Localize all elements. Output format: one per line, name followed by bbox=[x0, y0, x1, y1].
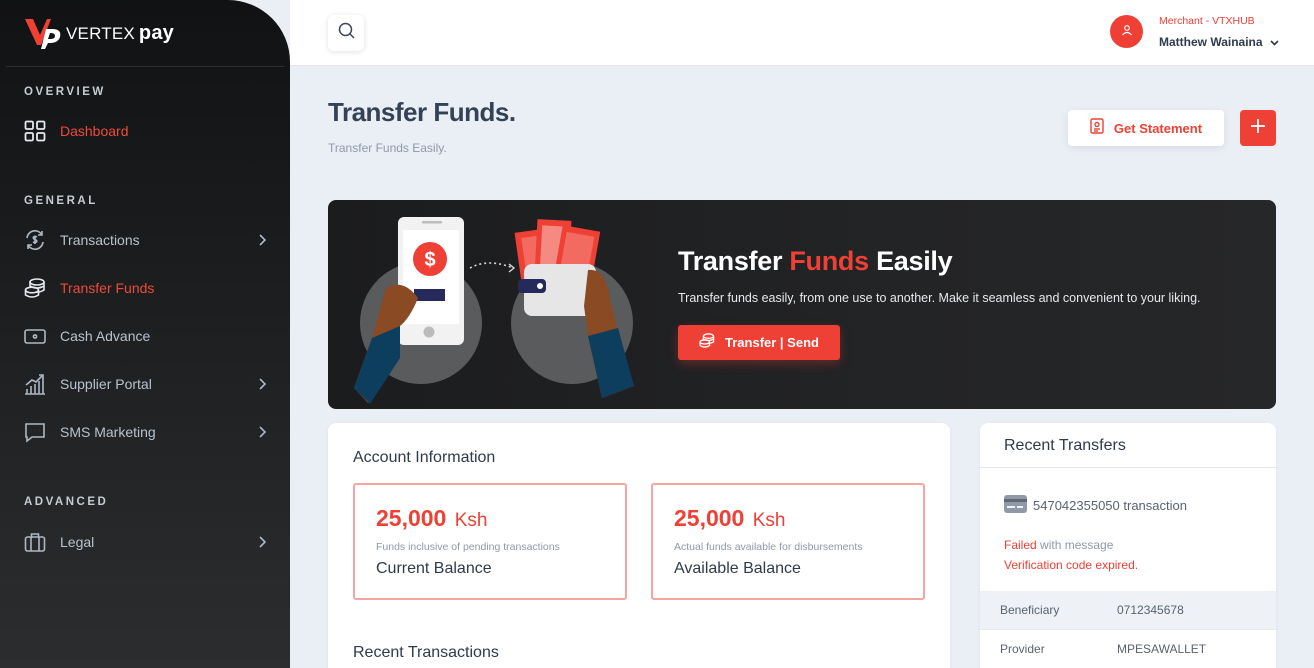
transfer-item[interactable]: 547042355050 transaction bbox=[1004, 495, 1187, 516]
sidebar-item-label: SMS Marketing bbox=[60, 424, 156, 440]
merchant-label: Merchant - VTXHUB bbox=[1159, 15, 1255, 27]
sidebar-item-sms-marketing[interactable]: SMS Marketing bbox=[24, 418, 270, 446]
available-balance-box: 25,000 Ksh Actual funds available for di… bbox=[651, 483, 925, 600]
sidebar-item-legal[interactable]: Legal bbox=[24, 528, 270, 556]
transfer-illustration: $ bbox=[348, 208, 648, 408]
transfer-error-message: Verification code expired. bbox=[1004, 558, 1139, 572]
sidebar-item-transfer-funds[interactable]: Transfer Funds bbox=[24, 274, 270, 302]
recent-transfers-card: Recent Transfers 547042355050 transactio… bbox=[980, 423, 1276, 668]
sidebar-item-label: Transactions bbox=[60, 232, 140, 248]
avatar[interactable] bbox=[1110, 15, 1143, 48]
sidebar-item-label: Supplier Portal bbox=[60, 376, 152, 392]
transfer-status: Failed with message bbox=[1004, 538, 1113, 552]
grid-icon bbox=[24, 120, 46, 142]
available-balance-amount: 25,000 Ksh bbox=[674, 505, 786, 532]
add-button[interactable] bbox=[1240, 110, 1276, 146]
chevron-right-icon bbox=[258, 233, 267, 251]
recent-transactions-title: Recent Transactions bbox=[353, 644, 499, 661]
banner-title: Transfer Funds Easily bbox=[678, 246, 953, 277]
account-information-card: Account Information 25,000 Ksh Funds inc… bbox=[328, 423, 950, 668]
sidebar-item-label: Cash Advance bbox=[60, 328, 151, 344]
document-icon bbox=[1090, 117, 1104, 139]
search-button[interactable] bbox=[328, 15, 364, 51]
credit-card-icon bbox=[1004, 495, 1027, 516]
plus-icon bbox=[1250, 118, 1266, 139]
sidebar: VERTEX pay OVERVIEW Dashboard GENERAL Tra… bbox=[0, 0, 290, 668]
sidebar-item-cash-advance[interactable]: Cash Advance bbox=[24, 322, 270, 350]
recent-transfers-divider bbox=[980, 467, 1276, 468]
user-icon bbox=[1121, 23, 1133, 41]
transfer-status-value: Failed bbox=[1004, 538, 1037, 552]
banner-title-part3: Easily bbox=[876, 246, 953, 276]
sidebar-item-label: Dashboard bbox=[60, 123, 129, 139]
transfer-detail-row: Beneficiary 0712345678 bbox=[980, 591, 1276, 629]
bar-chart-icon bbox=[24, 373, 46, 395]
available-balance-value: 25,000 bbox=[674, 505, 745, 531]
chevron-right-icon bbox=[258, 377, 267, 395]
transfer-send-label: Transfer | Send bbox=[725, 335, 819, 350]
vp-logo-icon bbox=[24, 17, 64, 49]
section-advanced: ADVANCED bbox=[24, 496, 109, 508]
current-balance-note: Funds inclusive of pending transactions bbox=[376, 541, 560, 553]
account-information-title: Account Information bbox=[353, 449, 496, 466]
brand-logo[interactable]: VERTEX pay bbox=[24, 16, 174, 50]
banner-description: Transfer funds easily, from one use to a… bbox=[678, 291, 1201, 305]
page-title: Transfer Funds. bbox=[328, 97, 516, 127]
dollar-exchange-icon bbox=[24, 229, 46, 251]
svg-text:$: $ bbox=[424, 249, 435, 271]
transfer-banner: $ Transfer Funds Easily Transfer funds e… bbox=[328, 200, 1276, 409]
coins-stack-icon bbox=[24, 277, 46, 299]
section-overview: OVERVIEW bbox=[24, 86, 106, 98]
transfer-status-suffix: with message bbox=[1040, 538, 1114, 552]
banner-title-part2: Funds bbox=[789, 246, 869, 276]
detail-key: Provider bbox=[1000, 641, 1045, 656]
current-balance-value: 25,000 bbox=[376, 505, 447, 531]
section-general: GENERAL bbox=[24, 195, 98, 207]
sidebar-item-transactions[interactable]: Transactions bbox=[24, 226, 270, 254]
detail-value: MPESAWALLET bbox=[1117, 641, 1207, 656]
coins-stack-icon bbox=[699, 332, 715, 353]
get-statement-label: Get Statement bbox=[1113, 120, 1203, 136]
sidebar-item-dashboard[interactable]: Dashboard bbox=[24, 117, 270, 145]
sidebar-item-label: Transfer Funds bbox=[60, 280, 155, 296]
available-balance-label: Available Balance bbox=[674, 560, 801, 577]
recent-transfers-title: Recent Transfers bbox=[1004, 437, 1126, 454]
user-name: Matthew Wainaina bbox=[1159, 35, 1263, 49]
get-statement-button[interactable]: Get Statement bbox=[1068, 110, 1224, 146]
current-balance-amount: 25,000 Ksh bbox=[376, 505, 488, 532]
sidebar-divider bbox=[6, 66, 284, 67]
available-balance-note: Actual funds available for disbursements bbox=[674, 541, 863, 553]
sidebar-item-label: Legal bbox=[60, 534, 95, 550]
cash-icon bbox=[24, 325, 46, 347]
detail-value: 0712345678 bbox=[1117, 603, 1184, 617]
page-subtitle: Transfer Funds Easily. bbox=[328, 141, 447, 155]
search-icon bbox=[338, 22, 355, 44]
brand-name: VERTEX pay bbox=[66, 21, 174, 44]
transfer-transaction-id: 547042355050 transaction bbox=[1033, 498, 1187, 513]
available-balance-currency: Ksh bbox=[752, 510, 786, 531]
current-balance-currency: Ksh bbox=[454, 510, 488, 531]
current-balance-label: Current Balance bbox=[376, 560, 492, 577]
user-menu[interactable]: Matthew Wainaina bbox=[1159, 35, 1279, 49]
chevron-right-icon bbox=[258, 425, 267, 443]
topbar: Merchant - VTXHUB Matthew Wainaina bbox=[290, 0, 1314, 66]
current-balance-box: 25,000 Ksh Funds inclusive of pending tr… bbox=[353, 483, 627, 600]
transfer-send-button[interactable]: Transfer | Send bbox=[678, 325, 840, 360]
briefcase-icon bbox=[24, 531, 46, 553]
chevron-down-icon bbox=[1270, 35, 1279, 49]
banner-title-part1: Transfer bbox=[678, 246, 783, 276]
detail-key: Beneficiary bbox=[1000, 603, 1060, 617]
chevron-right-icon bbox=[258, 535, 267, 553]
transfer-detail-row: Provider MPESAWALLET bbox=[980, 629, 1276, 667]
sidebar-item-supplier-portal[interactable]: Supplier Portal bbox=[24, 370, 270, 398]
chat-bubble-icon bbox=[24, 421, 46, 443]
